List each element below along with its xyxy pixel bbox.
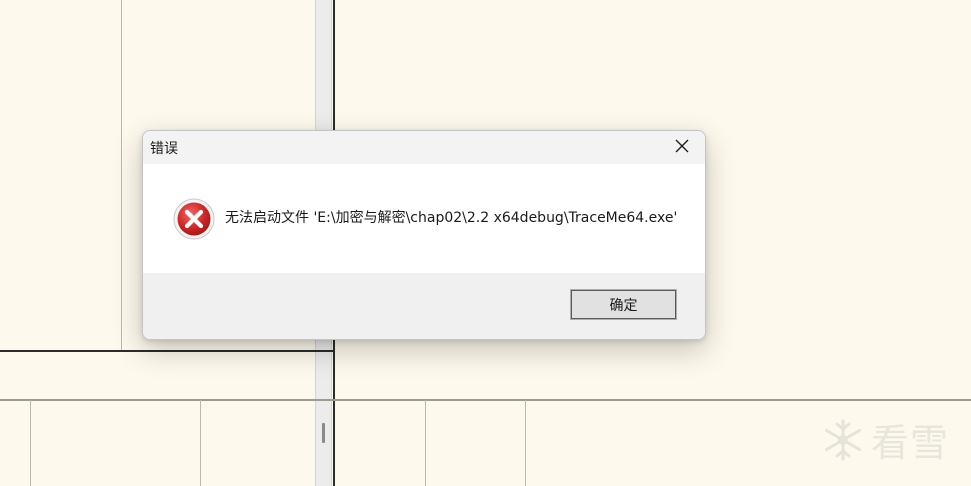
dialog-titlebar[interactable]: 错误 xyxy=(143,131,705,164)
column-divider-1[interactable] xyxy=(30,400,31,486)
error-message: 无法启动文件 'E:\加密与解密\chap02\2.2 x64debug\Tra… xyxy=(225,210,678,226)
watermark: 看雪 xyxy=(821,412,949,467)
pane-divider-left xyxy=(121,0,122,352)
dialog-title: 错误 xyxy=(150,141,178,157)
dialog-footer: 确定 xyxy=(143,273,705,339)
dialog-content: 无法启动文件 'E:\加密与解密\chap02\2.2 x64debug\Tra… xyxy=(143,164,705,273)
ok-button[interactable]: 确定 xyxy=(570,289,677,320)
error-icon xyxy=(173,198,215,240)
splitter-grip[interactable] xyxy=(322,423,325,443)
close-button[interactable] xyxy=(659,131,705,164)
error-dialog: 错误 无法启动文件 'E:\加密与解密\chap02\2.2 x64debug\… xyxy=(142,130,706,340)
column-divider-4[interactable] xyxy=(525,400,526,486)
watermark-text: 看雪 xyxy=(870,421,949,465)
column-divider-3[interactable] xyxy=(425,400,426,486)
column-divider-2[interactable] xyxy=(200,400,201,486)
snowflake-logo-icon xyxy=(821,418,865,462)
close-icon xyxy=(675,138,689,157)
pane-bottom-border xyxy=(0,350,335,352)
table-header-line xyxy=(0,399,971,401)
